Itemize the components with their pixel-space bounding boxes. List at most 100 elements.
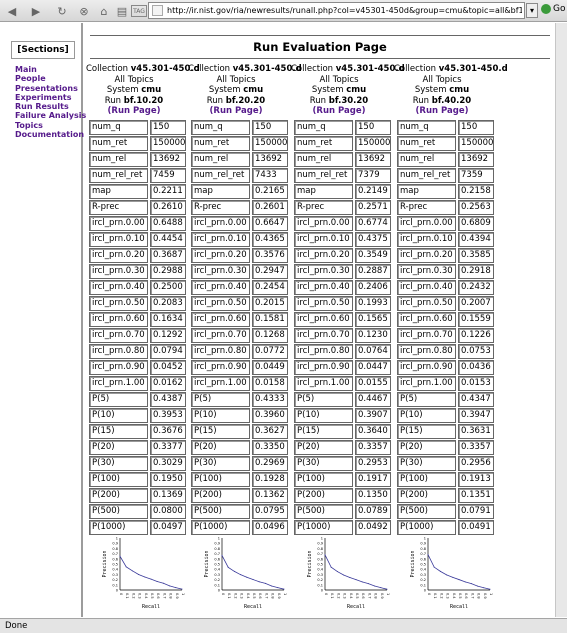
metric-name-cell: P(20): [294, 439, 353, 455]
sidebar-item-topics[interactable]: Topics: [15, 121, 86, 130]
metric-value-cell: 0.6488: [150, 215, 186, 231]
metric-value-cell: 0.1928: [252, 471, 288, 487]
metric-name-cell: ircl_prn.0.20: [191, 247, 250, 263]
sections-heading: [Sections]: [11, 41, 75, 59]
y-tick-label: 1: [321, 537, 323, 541]
scrollbar[interactable]: [555, 23, 567, 617]
table-row: ircl_prn.0.30 0.2918: [397, 263, 494, 280]
data-point: [464, 581, 466, 583]
sidebar-item-failure-analysis[interactable]: Failure Analysis: [15, 111, 86, 120]
table-row: P(5) 0.4387: [89, 391, 186, 408]
table-row: num_rel_ret 7433: [191, 167, 288, 184]
y-tick-label: 0.7: [317, 552, 323, 556]
x-tick-label: 0.5: [252, 593, 256, 599]
reload-icon[interactable]: ↻: [54, 3, 70, 19]
forward-icon[interactable]: ▶: [28, 3, 44, 19]
metric-name-cell: P(100): [294, 471, 353, 487]
table-row: ircl_prn.0.80 0.0772: [191, 343, 288, 360]
data-point: [343, 574, 345, 576]
address-input[interactable]: http://ir.nist.gov/ria/newresults/runall…: [167, 6, 522, 15]
address-bar[interactable]: http://ir.nist.gov/ria/newresults/runall…: [148, 2, 525, 19]
metric-value-cell: 0.2083: [150, 295, 186, 311]
x-tick-label: 0.5: [150, 593, 154, 599]
table-row: P(15) 0.3640: [294, 423, 391, 440]
metric-name-cell: ircl_prn.0.00: [294, 215, 353, 231]
sidebar-item-main[interactable]: Main: [15, 65, 86, 74]
metric-value-cell: 0.1581: [252, 311, 288, 327]
metric-value-cell: 0.2610: [150, 199, 186, 215]
metric-value-cell: 0.0764: [355, 343, 391, 359]
sidebar-item-experiments[interactable]: Experiments: [15, 93, 86, 102]
stop-icon[interactable]: ⊗: [76, 3, 92, 19]
metric-name-cell: ircl_prn.0.20: [294, 247, 353, 263]
sidebar-item-run-results[interactable]: Run Results: [15, 102, 86, 111]
data-point: [227, 566, 229, 568]
metric-name-cell: P(200): [89, 487, 148, 503]
metric-value-cell: 0.2007: [458, 295, 494, 311]
y-tick-label: 0.6: [317, 557, 323, 561]
metric-name-cell: P(500): [397, 503, 456, 519]
metric-name-cell: R-prec: [191, 199, 250, 215]
table-row: num_rel_ret 7359: [397, 167, 494, 184]
table-row: ircl_prn.0.00 0.6774: [294, 215, 391, 232]
y-tick-label: 0.6: [112, 557, 118, 561]
metric-value-cell: 0.4375: [355, 231, 391, 247]
sidebar-nav: Main People Presentations Experiments Ru…: [15, 65, 86, 139]
run-page-link[interactable]: (Run Page): [416, 106, 469, 116]
metric-name-cell: P(200): [191, 487, 250, 503]
metric-value-cell: 0.0162: [150, 375, 186, 391]
run-page-link[interactable]: (Run Page): [108, 106, 161, 116]
table-row: num_ret 150000: [294, 135, 391, 152]
metric-value-cell: 0.2165: [252, 183, 288, 199]
metric-value-cell: 0.3627: [252, 423, 288, 439]
run-page-link[interactable]: (Run Page): [313, 106, 366, 116]
go-button[interactable]: Go: [541, 4, 565, 14]
metrics-table: num_q 150 num_ret 150000 num_rel 13692 num_…: [89, 119, 186, 536]
y-tick-label: 0.9: [420, 542, 426, 546]
metric-name-cell: num_rel: [294, 151, 353, 167]
metric-name-cell: ircl_prn.0.40: [191, 279, 250, 295]
metric-name-cell: num_rel: [397, 151, 456, 167]
metric-name-cell: num_rel: [191, 151, 250, 167]
print-icon[interactable]: ▤: [114, 3, 130, 19]
collection-line: Collection v45.301-450.d: [291, 64, 405, 75]
metric-name-cell: P(5): [397, 391, 456, 407]
series-line: [119, 556, 183, 590]
table-row: ircl_prn.0.90 0.0449: [191, 359, 288, 376]
sidebar-item-documentation[interactable]: Documentation: [15, 130, 86, 139]
back-icon[interactable]: ◀: [4, 3, 20, 19]
table-row: num_ret 150000: [191, 135, 288, 152]
metric-value-cell: 0.2571: [355, 199, 391, 215]
x-tick-label: 0.6: [361, 593, 365, 599]
metric-name-cell: num_q: [294, 119, 353, 135]
metric-name-cell: ircl_prn.0.60: [294, 311, 353, 327]
system-value: cmu: [243, 85, 264, 95]
y-tick-label: 0.1: [112, 583, 118, 587]
table-row: ircl_prn.0.00 0.6488: [89, 215, 186, 232]
x-axis-label: Recall: [244, 604, 262, 610]
tag-icon[interactable]: TAG: [131, 5, 147, 17]
table-row: ircl_prn.0.30 0.2887: [294, 263, 391, 280]
chevron-down-icon[interactable]: ▾: [526, 3, 538, 18]
run-page-link[interactable]: (Run Page): [210, 106, 263, 116]
sidebar-item-presentations[interactable]: Presentations: [15, 84, 86, 93]
metric-value-cell: 0.1268: [252, 327, 288, 343]
metric-name-cell: R-prec: [397, 199, 456, 215]
run-line: Run bf.20.20: [188, 96, 284, 107]
metric-value-cell: 0.4387: [150, 391, 186, 407]
table-row: P(5) 0.4333: [191, 391, 288, 408]
y-tick-label: 0.1: [214, 583, 220, 587]
data-point: [181, 588, 183, 590]
metric-name-cell: P(15): [191, 423, 250, 439]
y-tick-label: 0: [218, 589, 220, 593]
home-icon[interactable]: ⌂: [96, 3, 112, 19]
collection-line: Collection v45.301-450.d: [394, 64, 508, 75]
data-point: [367, 583, 369, 585]
metric-name-cell: P(100): [397, 471, 456, 487]
metric-value-cell: 150000: [355, 135, 391, 151]
table-row: ircl_prn.0.70 0.1268: [191, 327, 288, 344]
sidebar-item-people[interactable]: People: [15, 74, 86, 83]
table-row: map 0.2165: [191, 183, 288, 200]
y-tick-label: 0.8: [420, 547, 426, 551]
table-row: P(200) 0.1362: [191, 487, 288, 504]
